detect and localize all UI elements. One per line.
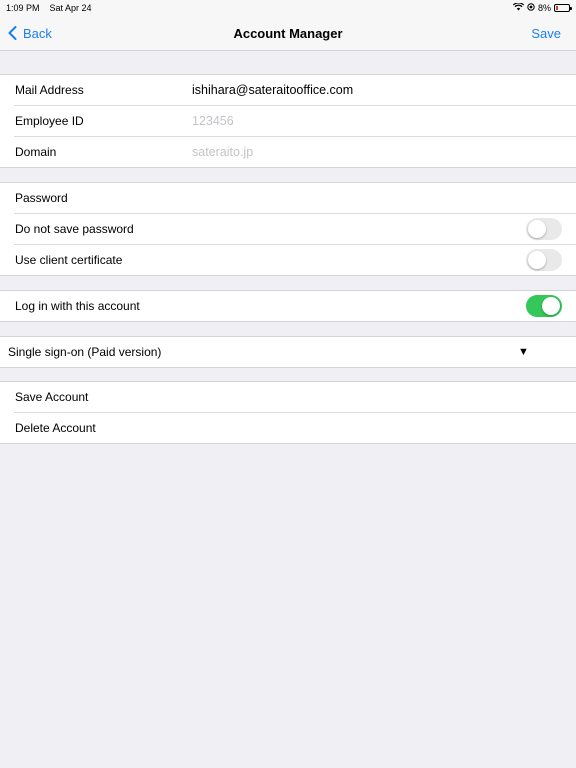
status-indicators: 8% — [512, 2, 572, 13]
delete-account-button[interactable]: Delete Account — [0, 412, 576, 443]
sso-selected-value: Single sign-on (Paid version) — [8, 345, 162, 359]
employee-id-label: Employee ID — [15, 114, 84, 128]
employee-id-row[interactable]: Employee ID 123456 — [0, 105, 576, 136]
mail-address-label: Mail Address — [15, 83, 84, 97]
battery-percent: 8% — [537, 3, 551, 13]
toggle-knob — [528, 220, 546, 238]
sso-select[interactable]: Single sign-on (Paid version) ▼ — [0, 337, 576, 367]
login-toggle[interactable] — [526, 295, 562, 317]
back-button[interactable]: Back — [8, 26, 52, 41]
domain-row[interactable]: Domain sateraito.jp — [0, 136, 576, 167]
domain-label: Domain — [15, 145, 57, 159]
status-bar: 1:09 PM Sat Apr 24 8% — [0, 0, 576, 16]
chevron-left-icon — [8, 26, 17, 40]
domain-input[interactable]: sateraito.jp — [192, 145, 253, 159]
employee-id-input[interactable]: 123456 — [192, 114, 234, 128]
dropdown-arrow-icon: ▼ — [518, 346, 529, 358]
status-time: 1:09 PM — [6, 3, 40, 13]
mail-address-row[interactable]: Mail Address ishihara@sateraitooffice.co… — [0, 75, 576, 105]
do-not-save-password-label: Do not save password — [15, 222, 134, 236]
do-not-save-password-row: Do not save password — [0, 213, 576, 244]
page-title: Account Manager — [233, 25, 343, 41]
save-account-label: Save Account — [15, 390, 89, 404]
client-certificate-row: Use client certificate — [0, 244, 576, 275]
save-account-button[interactable]: Save Account — [0, 382, 576, 412]
toggle-knob — [542, 297, 560, 315]
password-row[interactable]: Password — [0, 183, 576, 213]
login-row: Log in with this account — [0, 291, 576, 321]
status-date: Sat Apr 24 — [49, 3, 92, 13]
do-not-save-password-toggle[interactable] — [526, 218, 562, 240]
mail-address-input[interactable]: ishihara@sateraitooffice.com — [192, 83, 353, 97]
client-certificate-label: Use client certificate — [15, 253, 123, 267]
save-button[interactable]: Save — [531, 26, 561, 41]
login-section: Log in with this account — [0, 290, 576, 322]
client-certificate-toggle[interactable] — [526, 249, 562, 271]
delete-account-label: Delete Account — [15, 421, 96, 435]
wifi-icon — [512, 2, 525, 13]
account-section: Mail Address ishihara@sateraitooffice.co… — [0, 74, 576, 168]
sso-section: Single sign-on (Paid version) ▼ — [0, 336, 576, 368]
battery-icon — [554, 4, 572, 12]
password-label: Password — [15, 191, 68, 205]
back-label: Back — [23, 25, 52, 41]
actions-section: Save Account Delete Account — [0, 381, 576, 444]
toggle-knob — [528, 251, 546, 269]
location-icon — [527, 3, 535, 13]
navigation-bar: Back Account Manager Save — [0, 16, 576, 51]
security-section: Password Do not save password Use client… — [0, 182, 576, 276]
login-label: Log in with this account — [15, 299, 140, 313]
